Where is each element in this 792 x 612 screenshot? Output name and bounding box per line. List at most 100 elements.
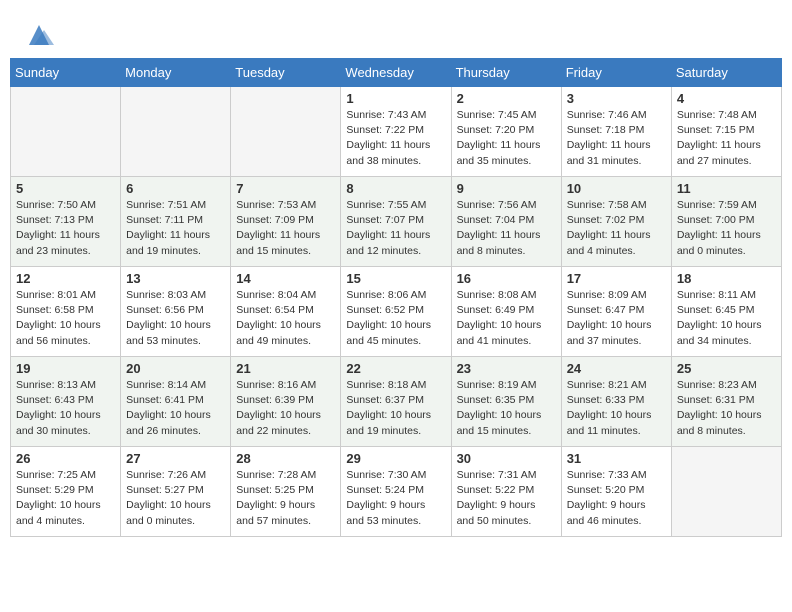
calendar-table: SundayMondayTuesdayWednesdayThursdayFrid… <box>10 58 782 537</box>
day-info: Sunrise: 7:26 AM Sunset: 5:27 PM Dayligh… <box>126 468 225 529</box>
weekday-header: Sunday <box>11 59 121 87</box>
day-cell: 31 Sunrise: 7:33 AM Sunset: 5:20 PM Dayli… <box>561 447 671 537</box>
day-info: Sunrise: 8:19 AM Sunset: 6:35 PM Dayligh… <box>457 378 556 439</box>
day-info: Sunrise: 7:59 AM Sunset: 7:00 PM Dayligh… <box>677 198 776 259</box>
day-info: Sunrise: 8:18 AM Sunset: 6:37 PM Dayligh… <box>346 378 445 439</box>
day-info: Sunrise: 8:11 AM Sunset: 6:45 PM Dayligh… <box>677 288 776 349</box>
day-number: 18 <box>677 271 776 286</box>
day-number: 9 <box>457 181 556 196</box>
day-number: 16 <box>457 271 556 286</box>
day-info: Sunrise: 7:53 AM Sunset: 7:09 PM Dayligh… <box>236 198 335 259</box>
day-cell: 8 Sunrise: 7:55 AM Sunset: 7:07 PM Daylig… <box>341 177 451 267</box>
day-info: Sunrise: 8:06 AM Sunset: 6:52 PM Dayligh… <box>346 288 445 349</box>
day-info: Sunrise: 8:03 AM Sunset: 6:56 PM Dayligh… <box>126 288 225 349</box>
day-cell: 10 Sunrise: 7:58 AM Sunset: 7:02 PM Dayli… <box>561 177 671 267</box>
day-number: 5 <box>16 181 115 196</box>
day-number: 2 <box>457 91 556 106</box>
day-number: 7 <box>236 181 335 196</box>
day-info: Sunrise: 7:31 AM Sunset: 5:22 PM Dayligh… <box>457 468 556 529</box>
day-number: 30 <box>457 451 556 466</box>
day-cell: 23 Sunrise: 8:19 AM Sunset: 6:35 PM Dayli… <box>451 357 561 447</box>
day-cell: 6Sunrise: 7:51 AM Sunset: 7:11 PM Daylig… <box>121 177 231 267</box>
weekday-header: Tuesday <box>231 59 341 87</box>
day-cell: 22Sunrise: 8:18 AM Sunset: 6:37 PM Dayli… <box>341 357 451 447</box>
day-cell: 2 Sunrise: 7:45 AM Sunset: 7:20 PM Daylig… <box>451 87 561 177</box>
day-cell: 4 Sunrise: 7:48 AM Sunset: 7:15 PM Daylig… <box>671 87 781 177</box>
day-info: Sunrise: 7:50 AM Sunset: 7:13 PM Dayligh… <box>16 198 115 259</box>
day-info: Sunrise: 7:45 AM Sunset: 7:20 PM Dayligh… <box>457 108 556 169</box>
weekday-header: Monday <box>121 59 231 87</box>
day-cell: 20 Sunrise: 8:14 AM Sunset: 6:41 PM Dayli… <box>121 357 231 447</box>
weekday-header: Friday <box>561 59 671 87</box>
day-cell: 19Sunrise: 8:13 AM Sunset: 6:43 PM Dayli… <box>11 357 121 447</box>
day-number: 4 <box>677 91 776 106</box>
page-header <box>10 10 782 58</box>
empty-day-cell <box>11 87 121 177</box>
day-info: Sunrise: 8:23 AM Sunset: 6:31 PM Dayligh… <box>677 378 776 439</box>
day-cell: 26 Sunrise: 7:25 AM Sunset: 5:29 PM Dayli… <box>11 447 121 537</box>
day-info: Sunrise: 7:30 AM Sunset: 5:24 PM Dayligh… <box>346 468 445 529</box>
day-cell: 29 Sunrise: 7:30 AM Sunset: 5:24 PM Dayli… <box>341 447 451 537</box>
day-info: Sunrise: 7:33 AM Sunset: 5:20 PM Dayligh… <box>567 468 666 529</box>
day-info: Sunrise: 7:56 AM Sunset: 7:04 PM Dayligh… <box>457 198 556 259</box>
day-cell: 18 Sunrise: 8:11 AM Sunset: 6:45 PM Dayli… <box>671 267 781 357</box>
day-info: Sunrise: 8:14 AM Sunset: 6:41 PM Dayligh… <box>126 378 225 439</box>
day-number: 13 <box>126 271 225 286</box>
day-cell: 15 Sunrise: 8:06 AM Sunset: 6:52 PM Dayli… <box>341 267 451 357</box>
day-cell: 21Sunrise: 8:16 AM Sunset: 6:39 PM Dayli… <box>231 357 341 447</box>
day-number: 29 <box>346 451 445 466</box>
day-info: Sunrise: 8:08 AM Sunset: 6:49 PM Dayligh… <box>457 288 556 349</box>
day-info: Sunrise: 7:58 AM Sunset: 7:02 PM Dayligh… <box>567 198 666 259</box>
day-number: 26 <box>16 451 115 466</box>
weekday-header: Saturday <box>671 59 781 87</box>
weekday-header: Wednesday <box>341 59 451 87</box>
calendar-week-row: 12 Sunrise: 8:01 AM Sunset: 6:58 PM Dayli… <box>11 267 782 357</box>
day-cell: 24 Sunrise: 8:21 AM Sunset: 6:33 PM Dayli… <box>561 357 671 447</box>
day-cell: 11 Sunrise: 7:59 AM Sunset: 7:00 PM Dayli… <box>671 177 781 267</box>
day-cell: 1 Sunrise: 7:43 AM Sunset: 7:22 PM Daylig… <box>341 87 451 177</box>
weekday-header-row: SundayMondayTuesdayWednesdayThursdayFrid… <box>11 59 782 87</box>
day-number: 15 <box>346 271 445 286</box>
day-cell: 17 Sunrise: 8:09 AM Sunset: 6:47 PM Dayli… <box>561 267 671 357</box>
day-number: 14 <box>236 271 335 286</box>
day-number: 12 <box>16 271 115 286</box>
day-number: 27 <box>126 451 225 466</box>
day-number: 28 <box>236 451 335 466</box>
day-info: Sunrise: 8:21 AM Sunset: 6:33 PM Dayligh… <box>567 378 666 439</box>
day-info: Sunrise: 8:13 AM Sunset: 6:43 PM Dayligh… <box>16 378 115 439</box>
day-cell: 12 Sunrise: 8:01 AM Sunset: 6:58 PM Dayli… <box>11 267 121 357</box>
calendar-week-row: 19Sunrise: 8:13 AM Sunset: 6:43 PM Dayli… <box>11 357 782 447</box>
day-number: 23 <box>457 361 556 376</box>
day-number: 3 <box>567 91 666 106</box>
calendar-week-row: 26 Sunrise: 7:25 AM Sunset: 5:29 PM Dayli… <box>11 447 782 537</box>
day-cell: 27 Sunrise: 7:26 AM Sunset: 5:27 PM Dayli… <box>121 447 231 537</box>
day-cell: 9 Sunrise: 7:56 AM Sunset: 7:04 PM Daylig… <box>451 177 561 267</box>
day-number: 8 <box>346 181 445 196</box>
day-number: 24 <box>567 361 666 376</box>
calendar-week-row: 1 Sunrise: 7:43 AM Sunset: 7:22 PM Daylig… <box>11 87 782 177</box>
day-number: 11 <box>677 181 776 196</box>
day-info: Sunrise: 7:55 AM Sunset: 7:07 PM Dayligh… <box>346 198 445 259</box>
logo-icon <box>24 20 54 50</box>
day-number: 17 <box>567 271 666 286</box>
day-cell: 14 Sunrise: 8:04 AM Sunset: 6:54 PM Dayli… <box>231 267 341 357</box>
calendar-week-row: 5 Sunrise: 7:50 AM Sunset: 7:13 PM Daylig… <box>11 177 782 267</box>
day-number: 31 <box>567 451 666 466</box>
day-number: 20 <box>126 361 225 376</box>
day-info: Sunrise: 8:09 AM Sunset: 6:47 PM Dayligh… <box>567 288 666 349</box>
day-number: 1 <box>346 91 445 106</box>
day-info: Sunrise: 7:46 AM Sunset: 7:18 PM Dayligh… <box>567 108 666 169</box>
day-info: Sunrise: 8:04 AM Sunset: 6:54 PM Dayligh… <box>236 288 335 349</box>
day-cell: 3 Sunrise: 7:46 AM Sunset: 7:18 PM Daylig… <box>561 87 671 177</box>
day-info: Sunrise: 7:28 AM Sunset: 5:25 PM Dayligh… <box>236 468 335 529</box>
day-info: Sunrise: 8:01 AM Sunset: 6:58 PM Dayligh… <box>16 288 115 349</box>
day-info: Sunrise: 7:48 AM Sunset: 7:15 PM Dayligh… <box>677 108 776 169</box>
day-cell: 13 Sunrise: 8:03 AM Sunset: 6:56 PM Dayli… <box>121 267 231 357</box>
day-info: Sunrise: 7:25 AM Sunset: 5:29 PM Dayligh… <box>16 468 115 529</box>
day-cell: 16 Sunrise: 8:08 AM Sunset: 6:49 PM Dayli… <box>451 267 561 357</box>
day-number: 10 <box>567 181 666 196</box>
empty-day-cell <box>231 87 341 177</box>
day-cell: 25Sunrise: 8:23 AM Sunset: 6:31 PM Dayli… <box>671 357 781 447</box>
day-info: Sunrise: 7:43 AM Sunset: 7:22 PM Dayligh… <box>346 108 445 169</box>
day-cell: 28 Sunrise: 7:28 AM Sunset: 5:25 PM Dayli… <box>231 447 341 537</box>
